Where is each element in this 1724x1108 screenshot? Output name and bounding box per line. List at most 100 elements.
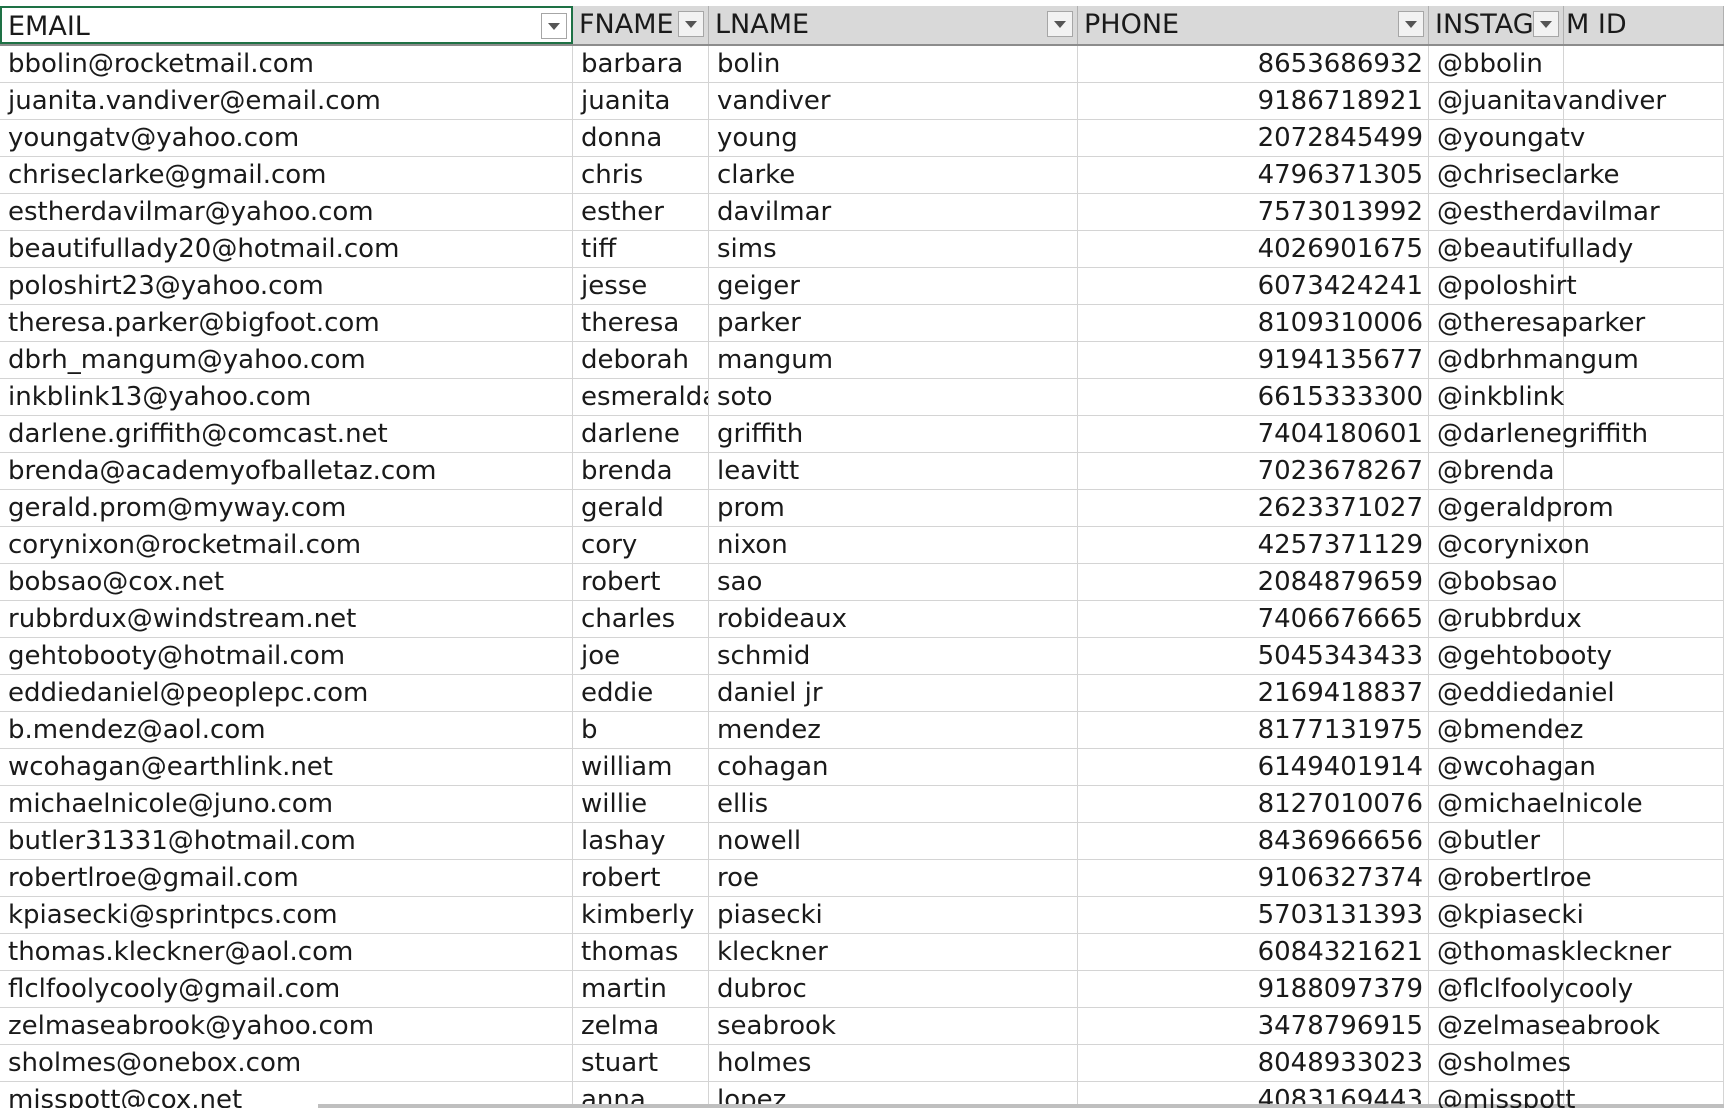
cell-fname[interactable]: tiff [573, 231, 709, 268]
cell-email[interactable]: chriseclarke@gmail.com [0, 157, 573, 194]
cell-lname[interactable]: davilmar [709, 194, 1078, 231]
cell-lname[interactable]: mendez [709, 712, 1078, 749]
cell-email[interactable]: estherdavilmar@yahoo.com [0, 194, 573, 231]
cell-email[interactable]: robertlroe@gmail.com [0, 860, 573, 897]
cell-email[interactable]: b.mendez@aol.com [0, 712, 573, 749]
cell-mid[interactable] [1564, 823, 1724, 860]
cell-lname[interactable]: dubroc [709, 971, 1078, 1008]
cell-phone[interactable]: 2084879659 [1078, 564, 1429, 601]
cell-email[interactable]: flclfoolycooly@gmail.com [0, 971, 573, 1008]
cell-instagram[interactable]: @geraldprom [1429, 490, 1614, 527]
cell-fname[interactable]: william [573, 749, 709, 786]
cell-instagram[interactable]: @rubbrdux [1429, 601, 1582, 638]
cell-fname[interactable]: donna [573, 120, 709, 157]
cell-lname[interactable]: vandiver [709, 83, 1078, 120]
cell-fname[interactable]: theresa [573, 305, 709, 342]
cell-instagram[interactable]: @theresaparker [1429, 305, 1645, 342]
cell-email[interactable]: beautifullady20@hotmail.com [0, 231, 573, 268]
cell-lname[interactable]: parker [709, 305, 1078, 342]
cell-phone[interactable]: 2623371027 [1078, 490, 1429, 527]
cell-fname[interactable]: barbara [573, 46, 709, 83]
cell-lname[interactable]: sao [709, 564, 1078, 601]
cell-phone[interactable]: 5045343433 [1078, 638, 1429, 675]
cell-fname[interactable]: willie [573, 786, 709, 823]
cell-email[interactable]: poloshirt23@yahoo.com [0, 268, 573, 305]
cell-phone[interactable]: 9186718921 [1078, 83, 1429, 120]
filter-dropdown-email[interactable] [541, 13, 567, 39]
cell-instagram[interactable]: @flclfoolycooly [1429, 971, 1633, 1008]
cell-email[interactable]: inkblink13@yahoo.com [0, 379, 573, 416]
cell-phone[interactable]: 4026901675 [1078, 231, 1429, 268]
cell-fname[interactable]: eddie [573, 675, 709, 712]
cell-phone[interactable]: 8048933023 [1078, 1045, 1429, 1082]
cell-email[interactable]: youngatv@yahoo.com [0, 120, 573, 157]
cell-phone[interactable]: 6073424241 [1078, 268, 1429, 305]
cell-mid[interactable] [1564, 379, 1724, 416]
cell-email[interactable]: gehtobooty@hotmail.com [0, 638, 573, 675]
cell-fname[interactable]: jesse [573, 268, 709, 305]
cell-instagram[interactable]: @gehtobooty [1429, 638, 1612, 675]
cell-email[interactable]: darlene.griffith@comcast.net [0, 416, 573, 453]
cell-phone[interactable]: 7573013992 [1078, 194, 1429, 231]
cell-fname[interactable]: charles [573, 601, 709, 638]
header-lname[interactable]: LNAME [709, 6, 1078, 44]
cell-email[interactable]: corynixon@rocketmail.com [0, 527, 573, 564]
cell-lname[interactable]: nowell [709, 823, 1078, 860]
cell-mid[interactable] [1564, 712, 1724, 749]
cell-fname[interactable]: brenda [573, 453, 709, 490]
cell-instagram[interactable]: @darlenegriffith [1429, 416, 1648, 453]
cell-mid[interactable] [1564, 268, 1724, 305]
cell-email[interactable]: gerald.prom@myway.com [0, 490, 573, 527]
cell-email[interactable]: brenda@academyofballetaz.com [0, 453, 573, 490]
cell-email[interactable]: eddiedaniel@peoplepc.com [0, 675, 573, 712]
cell-email[interactable]: wcohagan@earthlink.net [0, 749, 573, 786]
cell-instagram[interactable]: @sholmes [1429, 1045, 1571, 1082]
cell-phone[interactable]: 7023678267 [1078, 453, 1429, 490]
cell-email[interactable]: rubbrdux@windstream.net [0, 601, 573, 638]
cell-email[interactable]: michaelnicole@juno.com [0, 786, 573, 823]
cell-instagram[interactable]: @beautifullady [1429, 231, 1633, 268]
cell-phone[interactable]: 7404180601 [1078, 416, 1429, 453]
cell-instagram[interactable]: @wcohagan [1429, 749, 1596, 786]
cell-lname[interactable]: geiger [709, 268, 1078, 305]
cell-mid[interactable] [1564, 453, 1724, 490]
cell-email[interactable]: bbolin@rocketmail.com [0, 46, 573, 83]
cell-lname[interactable]: schmid [709, 638, 1078, 675]
cell-mid[interactable] [1564, 120, 1724, 157]
cell-lname[interactable]: robideaux [709, 601, 1078, 638]
cell-phone[interactable]: 7406676665 [1078, 601, 1429, 638]
cell-phone[interactable]: 5703131393 [1078, 897, 1429, 934]
cell-instagram[interactable]: @corynixon [1429, 527, 1590, 564]
cell-fname[interactable]: b [573, 712, 709, 749]
cell-instagram[interactable]: @bbolin [1429, 46, 1564, 83]
cell-lname[interactable]: griffith [709, 416, 1078, 453]
header-instagram[interactable]: INSTAG [1429, 6, 1564, 44]
cell-instagram[interactable]: @inkblink [1429, 379, 1564, 416]
cell-lname[interactable]: young [709, 120, 1078, 157]
cell-lname[interactable]: prom [709, 490, 1078, 527]
cell-lname[interactable]: leavitt [709, 453, 1078, 490]
cell-phone[interactable]: 4257371129 [1078, 527, 1429, 564]
cell-fname[interactable]: kimberly [573, 897, 709, 934]
cell-fname[interactable]: zelma [573, 1008, 709, 1045]
cell-phone[interactable]: 6149401914 [1078, 749, 1429, 786]
cell-mid[interactable] [1564, 1045, 1724, 1082]
cell-fname[interactable]: esmeralda [573, 379, 709, 416]
cell-email[interactable]: thomas.kleckner@aol.com [0, 934, 573, 971]
cell-phone[interactable]: 8127010076 [1078, 786, 1429, 823]
cell-fname[interactable]: darlene [573, 416, 709, 453]
cell-phone[interactable]: 8109310006 [1078, 305, 1429, 342]
cell-lname[interactable]: holmes [709, 1045, 1078, 1082]
cell-fname[interactable]: robert [573, 860, 709, 897]
cell-lname[interactable]: soto [709, 379, 1078, 416]
cell-instagram[interactable]: @poloshirt [1429, 268, 1577, 305]
cell-lname[interactable]: cohagan [709, 749, 1078, 786]
cell-fname[interactable]: joe [573, 638, 709, 675]
cell-instagram[interactable]: @chriseclarke [1429, 157, 1620, 194]
cell-lname[interactable]: ellis [709, 786, 1078, 823]
cell-email[interactable]: juanita.vandiver@email.com [0, 83, 573, 120]
cell-instagram[interactable]: @brenda [1429, 453, 1564, 490]
cell-lname[interactable]: mangum [709, 342, 1078, 379]
cell-instagram[interactable]: @zelmaseabrook [1429, 1008, 1660, 1045]
header-fname[interactable]: FNAME [573, 6, 709, 44]
